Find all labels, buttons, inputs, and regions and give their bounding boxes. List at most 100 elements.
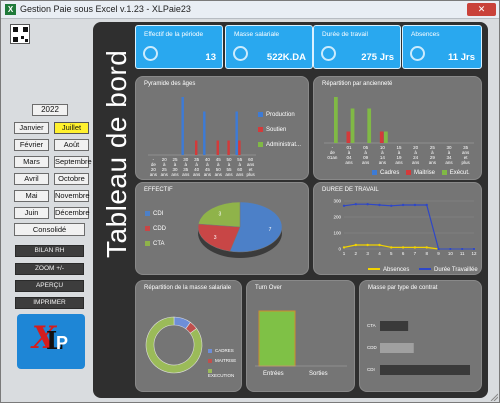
bar-5-0	[203, 111, 206, 155]
category-label-7-3: ans	[445, 160, 453, 165]
anciennete-legend: Cadres Maitrise Exécut.	[372, 170, 470, 176]
month-button-octobre[interactable]: Octobre	[54, 173, 89, 185]
legend-masse-execution: EXECUTION	[208, 368, 241, 378]
point-0-3	[378, 243, 381, 247]
duree-travail-title: DUREE DE TRAVAIL	[322, 187, 379, 193]
month-button-aout[interactable]: Août	[54, 139, 89, 151]
x-tick-7: 8	[425, 251, 428, 256]
month-button-fevrier[interactable]: Février	[14, 139, 49, 151]
category-label-6-3: ans	[429, 160, 437, 165]
legend-cta: CTA	[145, 241, 166, 247]
turnover-label-entrees: Entrées	[263, 371, 284, 377]
category-label-0-2: 01an	[327, 155, 338, 160]
resize-grip-icon[interactable]	[488, 391, 498, 401]
y-tick-3: 300	[333, 199, 341, 204]
kpi-absences-title: Absences	[411, 31, 440, 38]
bar-7-1	[227, 140, 230, 155]
point-0-5	[401, 246, 405, 249]
y-tick-1: 100	[333, 231, 341, 236]
bar-1-2	[350, 108, 355, 143]
apercu-button[interactable]: APERÇU	[15, 280, 84, 292]
month-button-mars[interactable]: Mars	[14, 156, 49, 168]
title-bar[interactable]: X Gestion Paie sous Excel v.1.23 - XLPai…	[1, 1, 499, 19]
contrat-bar-cdi	[380, 365, 470, 375]
point-1-0	[342, 204, 346, 207]
legend-cdd: CDD	[145, 226, 166, 232]
month-button-novembre[interactable]: Novembre	[54, 190, 90, 202]
legend-soutien: Soutien	[258, 127, 301, 133]
masse-legend: CADRES MAITRISE EXECUTION	[208, 348, 241, 378]
month-button-janvier[interactable]: Janvier	[14, 122, 49, 134]
legend-production: Production	[258, 112, 301, 118]
bar-4-1	[194, 140, 198, 155]
consolide-button[interactable]: Consolidé	[14, 223, 85, 236]
bar-2-2	[367, 108, 372, 143]
category-label-0-3: ans	[150, 172, 158, 177]
legend-administratif: Administrat...	[258, 142, 301, 148]
point-1-6	[413, 203, 417, 207]
bar-1-1	[346, 131, 351, 143]
left-sidebar: 2022 Janvier Juillet Février Août Mars S…	[7, 23, 93, 401]
bilan-rh-button[interactable]: BILAN RH	[15, 245, 84, 257]
imprimer-button[interactable]: IMPRIMER	[15, 297, 84, 309]
category-label-5-3: ans	[204, 172, 212, 177]
effectif-legend: CDI CDD CTA	[145, 211, 166, 247]
pie-data-label-2: 3	[219, 212, 222, 218]
legend-cdi: CDI	[145, 211, 166, 217]
x-tick-11: 12	[471, 251, 477, 256]
x-tick-1: 2	[355, 251, 358, 256]
legend-absences: Absences	[368, 267, 409, 273]
bar-3-2	[384, 131, 388, 143]
month-button-septembre[interactable]: Septembre	[54, 156, 92, 168]
pie-data-label-0: 7	[269, 227, 272, 233]
contrat-panel: Masse par type de contrat CTA CDD CDI	[359, 280, 482, 392]
month-button-mai[interactable]: Mai	[14, 190, 49, 202]
category-label-8-3: ans	[236, 172, 244, 177]
bar-0-2	[334, 97, 338, 143]
point-0-0	[342, 246, 346, 249]
x-tick-0: 1	[343, 251, 346, 256]
legend-maitrise: Maitrise	[406, 170, 435, 176]
duree-travail-chart: 01002003001 2 3 4 5 6 7 8 9 10 11 12	[333, 199, 477, 257]
kpi-masse-salariale: Masse salariale 522K.DA	[225, 25, 313, 69]
zoom-button[interactable]: ZOOM +/-	[15, 263, 84, 275]
category-label-9-3: plus	[246, 172, 255, 177]
kpi-absences: Absences 11 Jrs	[402, 25, 482, 69]
close-button[interactable]: ✕	[467, 3, 496, 16]
xlpaie-logo: X L P	[17, 314, 85, 369]
legend-cadres: Cadres	[372, 170, 399, 176]
category-label-1-3: ans	[161, 172, 169, 177]
month-button-avril[interactable]: Avril	[14, 173, 49, 185]
category-label-6-3: ans	[215, 172, 223, 177]
point-0-1	[354, 243, 358, 247]
x-tick-6: 7	[414, 251, 417, 256]
month-button-decembre[interactable]: Décembre	[54, 207, 90, 219]
legend-executant: Exécut.	[441, 170, 470, 176]
category-label-4-3: ans	[193, 172, 201, 177]
line-series-0	[343, 244, 474, 250]
effectif-panel: EFFECTIF 7 3 3 CDI CDD CTA	[135, 182, 309, 275]
contrat-label-cdd: CDD	[367, 345, 377, 350]
people-icon	[143, 46, 158, 61]
line-series-1	[343, 203, 474, 250]
contrat-label-cta: CTA	[367, 323, 376, 328]
month-button-juin[interactable]: Juin	[14, 207, 49, 219]
contrat-bar-cdd	[380, 343, 414, 353]
legend-masse-cadres: CADRES	[208, 348, 241, 353]
logo-p-mark: P	[56, 333, 69, 353]
kpi-absences-value: 11 Jrs	[448, 52, 475, 63]
turnover-panel: Turn Over Entrées Sorties	[246, 280, 355, 392]
x-tick-2: 3	[366, 251, 369, 256]
point-1-8	[437, 247, 440, 251]
legend-masse-maitrise: MAITRISE	[208, 358, 241, 363]
dashboard-vertical-title: Tableau de bord	[101, 49, 132, 258]
month-button-juillet[interactable]: Juillet	[54, 122, 89, 134]
anciennete-panel: Répartition par ancienneté - de 01an 01 à 04 a…	[313, 76, 482, 180]
category-label-2-3: ans	[171, 172, 179, 177]
kpi-duree-title: Durée de travail	[322, 31, 368, 38]
point-1-9	[449, 247, 452, 251]
point-0-7	[425, 246, 428, 249]
anciennete-chart: -de01an01à04ans05à09ans10à14ans15à19ans2…	[324, 97, 474, 165]
year-selector[interactable]: 2022	[32, 104, 68, 116]
category-label-1-3: ans	[345, 160, 353, 165]
